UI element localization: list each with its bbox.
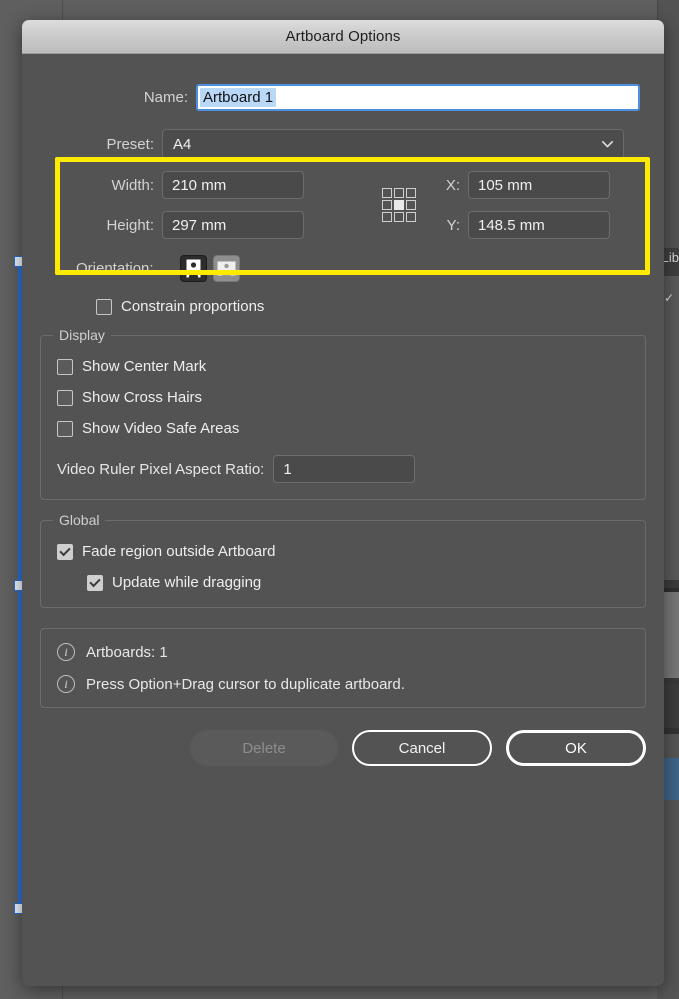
global-section-legend: Global bbox=[53, 512, 105, 528]
name-input[interactable]: Artboard 1 bbox=[196, 84, 640, 111]
video-ruler-row: Video Ruler Pixel Aspect Ratio: 1 bbox=[57, 455, 629, 483]
show-video-safe-areas-label: Show Video Safe Areas bbox=[82, 420, 239, 437]
update-while-dragging-label: Update while dragging bbox=[112, 574, 261, 591]
position-fields: X: 105 mm Y: 148.5 mm bbox=[432, 171, 624, 239]
orientation-label: Orientation: bbox=[76, 260, 172, 277]
show-video-safe-areas-row[interactable]: Show Video Safe Areas bbox=[57, 420, 629, 437]
dialog-footer: Delete Cancel OK bbox=[40, 730, 646, 788]
constrain-proportions-label: Constrain proportions bbox=[121, 298, 264, 315]
info-icon: i bbox=[57, 643, 75, 661]
width-input[interactable]: 210 mm bbox=[162, 171, 304, 199]
height-row: Height: 297 mm bbox=[76, 211, 366, 239]
show-cross-hairs-row[interactable]: Show Cross Hairs bbox=[57, 389, 629, 406]
orientation-landscape-button[interactable] bbox=[213, 255, 240, 282]
height-input[interactable]: 297 mm bbox=[162, 211, 304, 239]
height-label: Height: bbox=[76, 217, 154, 234]
show-center-mark-checkbox[interactable] bbox=[57, 359, 73, 375]
cancel-button[interactable]: Cancel bbox=[352, 730, 492, 766]
dialog-body: Name: Artboard 1 Preset: A4 bbox=[22, 84, 664, 788]
global-section: Global Fade region outside Artboard Upda… bbox=[40, 520, 646, 608]
refpoint-cell-mr[interactable] bbox=[406, 200, 416, 210]
show-center-mark-label: Show Center Mark bbox=[82, 358, 206, 375]
width-row: Width: 210 mm bbox=[76, 171, 366, 199]
constrain-proportions-checkbox[interactable] bbox=[96, 299, 112, 315]
orientation-portrait-button[interactable] bbox=[180, 255, 207, 282]
preset-dropdown[interactable]: A4 bbox=[162, 129, 624, 159]
video-ruler-label: Video Ruler Pixel Aspect Ratio: bbox=[57, 461, 264, 478]
y-label: Y: bbox=[432, 217, 460, 234]
x-input[interactable]: 105 mm bbox=[468, 171, 610, 199]
size-fields: Width: 210 mm Height: 297 mm bbox=[76, 171, 366, 239]
orientation-row: Orientation: bbox=[40, 255, 646, 282]
video-ruler-input[interactable]: 1 bbox=[273, 455, 415, 483]
show-video-safe-areas-checkbox[interactable] bbox=[57, 421, 73, 437]
info-box: i Artboards: 1 i Press Option+Drag curso… bbox=[40, 628, 646, 708]
delete-button[interactable]: Delete bbox=[190, 730, 338, 766]
show-cross-hairs-checkbox[interactable] bbox=[57, 390, 73, 406]
name-row: Name: Artboard 1 bbox=[40, 84, 646, 111]
info-row-hint: i Press Option+Drag cursor to duplicate … bbox=[57, 675, 629, 693]
preset-label: Preset: bbox=[76, 136, 154, 153]
show-center-mark-row[interactable]: Show Center Mark bbox=[57, 358, 629, 375]
dimensions-group: Width: 210 mm Height: 297 mm bbox=[40, 171, 646, 239]
reference-point-wrap bbox=[366, 171, 432, 239]
refpoint-cell-tc[interactable] bbox=[394, 188, 404, 198]
refpoint-cell-center[interactable] bbox=[394, 200, 404, 210]
fade-region-label: Fade region outside Artboard bbox=[82, 543, 275, 560]
preset-value: A4 bbox=[173, 136, 191, 153]
artboard-options-dialog: Artboard Options Name: Artboard 1 Preset… bbox=[22, 20, 664, 986]
refpoint-cell-ml[interactable] bbox=[382, 200, 392, 210]
chevron-down-icon bbox=[602, 141, 613, 148]
y-row: Y: 148.5 mm bbox=[432, 211, 624, 239]
x-row: X: 105 mm bbox=[432, 171, 624, 199]
fade-region-row[interactable]: Fade region outside Artboard bbox=[57, 543, 629, 560]
info-artboards-text: Artboards: 1 bbox=[86, 644, 168, 661]
refpoint-cell-tl[interactable] bbox=[382, 188, 392, 198]
name-input-value: Artboard 1 bbox=[200, 88, 276, 107]
preset-row: Preset: A4 bbox=[40, 129, 646, 159]
display-section: Display Show Center Mark Show Cross Hair… bbox=[40, 335, 646, 500]
panel-check-icon: ✓ bbox=[664, 292, 674, 304]
y-input[interactable]: 148.5 mm bbox=[468, 211, 610, 239]
fade-region-checkbox[interactable] bbox=[57, 544, 73, 560]
reference-point-icon[interactable] bbox=[382, 188, 416, 222]
info-hint-text: Press Option+Drag cursor to duplicate ar… bbox=[86, 676, 405, 693]
show-cross-hairs-label: Show Cross Hairs bbox=[82, 389, 202, 406]
refpoint-cell-bc[interactable] bbox=[394, 212, 404, 222]
dialog-title: Artboard Options bbox=[286, 28, 401, 45]
info-row-artboards: i Artboards: 1 bbox=[57, 643, 629, 661]
portrait-icon bbox=[186, 259, 201, 278]
refpoint-cell-tr[interactable] bbox=[406, 188, 416, 198]
refpoint-cell-bl[interactable] bbox=[382, 212, 392, 222]
x-label: X: bbox=[432, 177, 460, 194]
constrain-proportions-row[interactable]: Constrain proportions bbox=[40, 298, 646, 315]
update-while-dragging-row[interactable]: Update while dragging bbox=[57, 574, 629, 591]
dialog-titlebar: Artboard Options bbox=[22, 20, 664, 54]
refpoint-cell-br[interactable] bbox=[406, 212, 416, 222]
info-icon: i bbox=[57, 675, 75, 693]
screen: Lib ✓ Artboard Options Name: Artboard 1 … bbox=[0, 0, 679, 999]
landscape-icon bbox=[217, 261, 236, 276]
ok-button[interactable]: OK bbox=[506, 730, 646, 766]
width-label: Width: bbox=[76, 177, 154, 194]
update-while-dragging-checkbox[interactable] bbox=[87, 575, 103, 591]
name-label: Name: bbox=[126, 89, 188, 106]
display-section-legend: Display bbox=[53, 327, 111, 343]
